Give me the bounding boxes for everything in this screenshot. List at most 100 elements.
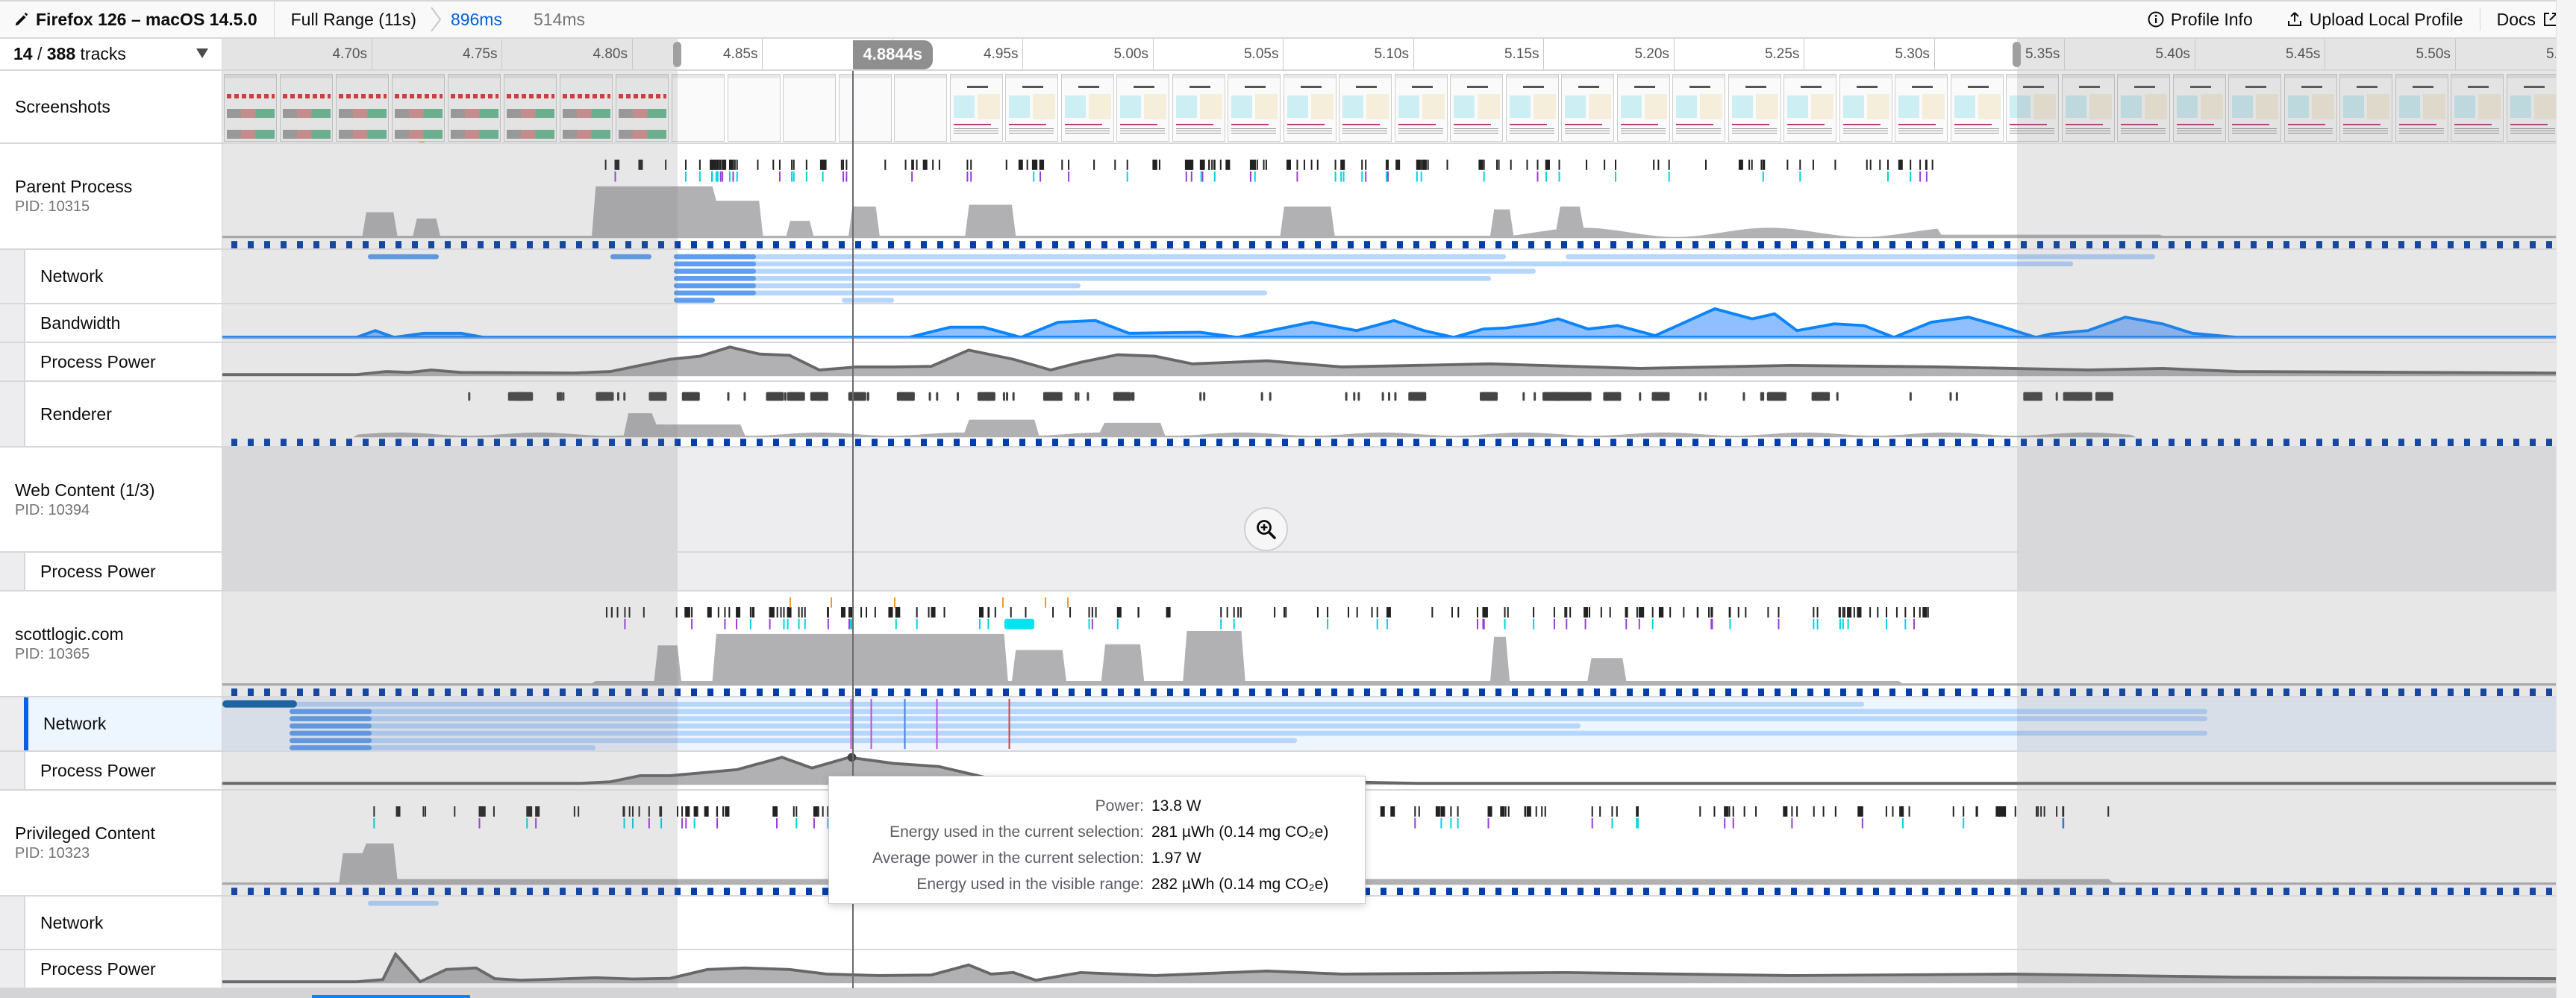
- track-graph[interactable]: [222, 448, 2556, 551]
- screenshot-thumbnail[interactable]: [783, 74, 836, 142]
- track-parent-network[interactable]: Network: [0, 250, 2556, 304]
- screenshot-thumbnail[interactable]: [2228, 74, 2281, 142]
- marker-tick: [1199, 392, 1202, 401]
- track-parent[interactable]: Parent Process PID: 10315: [0, 144, 2556, 250]
- track-label[interactable]: Screenshots: [0, 71, 222, 142]
- track-label[interactable]: Renderer: [24, 382, 222, 446]
- screenshot-thumbnail[interactable]: [1950, 74, 2004, 142]
- breadcrumb-committed-range[interactable]: 896ms: [446, 10, 511, 30]
- track-label[interactable]: Process Power: [24, 950, 222, 988]
- screenshot-thumbnail[interactable]: [2395, 74, 2448, 142]
- screenshot-thumbnail[interactable]: [1616, 74, 1670, 142]
- track-webcontent-power[interactable]: Process Power: [0, 553, 2556, 591]
- track-graph-canvas: [222, 597, 2556, 696]
- track-privileged-network[interactable]: Network: [0, 897, 2556, 950]
- track-scottlogic-network[interactable]: Network: [0, 697, 2556, 752]
- track-label[interactable]: Parent Process PID: 10315: [0, 144, 222, 248]
- screenshot-thumbnail[interactable]: [2061, 74, 2115, 142]
- screenshot-thumbnail[interactable]: [504, 74, 557, 142]
- track-graph[interactable]: [222, 382, 2556, 446]
- sample-marker: [2037, 888, 2043, 895]
- screenshot-thumbnail[interactable]: [2506, 74, 2556, 142]
- track-graph[interactable]: [222, 71, 2556, 142]
- profile-info-button[interactable]: Profile Info: [2130, 1, 2269, 37]
- selection-start-handle[interactable]: [673, 42, 682, 67]
- screenshot-thumbnail[interactable]: [1783, 74, 1836, 142]
- screenshot-thumbnail[interactable]: [448, 74, 501, 142]
- track-graph[interactable]: [222, 697, 2556, 750]
- screenshot-thumbnail[interactable]: [1228, 74, 1281, 142]
- track-graph[interactable]: [222, 752, 2556, 789]
- screenshot-thumbnail[interactable]: [672, 74, 725, 142]
- screenshot-thumbnail[interactable]: [1283, 74, 1337, 142]
- track-label[interactable]: Process Power: [24, 553, 222, 590]
- screenshot-thumbnail[interactable]: [2283, 74, 2337, 142]
- track-graph[interactable]: [222, 343, 2556, 380]
- screenshot-thumbnail[interactable]: [1450, 74, 1503, 142]
- track-parent-power[interactable]: Process Power: [0, 343, 2556, 382]
- screenshot-thumbnail[interactable]: [1005, 74, 1058, 142]
- selection-end-handle[interactable]: [2012, 42, 2021, 67]
- screenshot-thumbnail[interactable]: [2172, 74, 2226, 142]
- screenshot-thumbnail[interactable]: [1728, 74, 1781, 142]
- sample-marker: [494, 241, 500, 248]
- breadcrumb-uncommitted-range[interactable]: 514ms: [511, 10, 594, 30]
- track-graph[interactable]: [222, 553, 2556, 590]
- track-graph[interactable]: [222, 250, 2556, 303]
- screenshot-thumbnail[interactable]: [1116, 74, 1169, 142]
- track-label[interactable]: Process Power: [24, 343, 222, 380]
- track-renderer[interactable]: Renderer: [0, 382, 2556, 448]
- track-label[interactable]: Network: [24, 897, 222, 949]
- track-count-button[interactable]: 14 / 388 tracks: [0, 39, 222, 69]
- screenshot-thumbnail[interactable]: [1394, 74, 1448, 142]
- screenshot-thumbnail[interactable]: [2006, 74, 2059, 142]
- screenshot-thumbnail[interactable]: [280, 74, 333, 142]
- track-graph-canvas: [368, 254, 2155, 303]
- marker-tick: [1296, 171, 1298, 182]
- screenshot-thumbnail[interactable]: [2451, 74, 2504, 142]
- track-label[interactable]: Network: [24, 697, 222, 750]
- screenshot-thumbnail[interactable]: [2117, 74, 2170, 142]
- screenshot-thumbnail[interactable]: [2339, 74, 2392, 142]
- screenshot-thumbnail[interactable]: [1839, 74, 1892, 142]
- track-scottlogic[interactable]: scottlogic.com PID: 10365: [0, 591, 2556, 697]
- track-label[interactable]: Web Content (1/3) PID: 10394: [0, 448, 222, 551]
- track-label[interactable]: scottlogic.com PID: 10365: [0, 591, 222, 696]
- zoom-selection-button[interactable]: [1244, 507, 1288, 551]
- track-label[interactable]: Process Power: [24, 752, 222, 789]
- marker-tick: [1699, 806, 1701, 817]
- screenshot-thumbnail[interactable]: [616, 74, 669, 142]
- screenshot-thumbnail[interactable]: [1505, 74, 1559, 142]
- timeline-ruler[interactable]: 4.70s4.75s4.80s4.85s4.90s4.95s5.00s5.05s…: [222, 39, 2556, 69]
- upload-local-profile-button[interactable]: Upload Local Profile: [2269, 1, 2480, 37]
- screenshot-thumbnail[interactable]: [1060, 74, 1114, 142]
- screenshot-thumbnail[interactable]: [1172, 74, 1225, 142]
- profile-name-button[interactable]: Firefox 126 – macOS 14.5.0: [0, 1, 275, 37]
- vertical-scrollbar[interactable]: [2556, 0, 2576, 998]
- screenshot-thumbnail[interactable]: [560, 74, 613, 142]
- track-graph[interactable]: [222, 791, 2556, 895]
- screenshot-thumbnail[interactable]: [336, 74, 389, 142]
- screenshot-thumbnail[interactable]: [838, 74, 892, 142]
- screenshot-thumbnail[interactable]: [1561, 74, 1614, 142]
- track-parent-bandwidth[interactable]: Bandwidth: [0, 304, 2556, 343]
- breadcrumb-full-range[interactable]: Full Range (11s): [275, 10, 425, 30]
- screenshot-thumbnail[interactable]: [224, 74, 277, 142]
- screenshot-thumbnail[interactable]: [392, 74, 445, 142]
- track-label[interactable]: Bandwidth: [24, 304, 222, 342]
- track-label[interactable]: Network: [24, 250, 222, 303]
- track-label[interactable]: Privileged Content PID: 10323: [0, 791, 222, 895]
- screenshot-thumbnail[interactable]: [1672, 74, 1725, 142]
- screenshot-thumbnail[interactable]: [1895, 74, 1948, 142]
- screenshot-thumbnail[interactable]: [894, 74, 947, 142]
- track-graph[interactable]: [222, 144, 2556, 248]
- track-graph[interactable]: [222, 897, 2556, 949]
- track-screenshots[interactable]: Screenshots: [0, 71, 2556, 144]
- track-graph[interactable]: [222, 304, 2556, 342]
- track-graph[interactable]: [222, 591, 2556, 696]
- track-privileged-power[interactable]: Process Power: [0, 950, 2556, 989]
- screenshot-thumbnail[interactable]: [1339, 74, 1392, 142]
- screenshot-thumbnail[interactable]: [949, 74, 1003, 142]
- screenshot-thumbnail[interactable]: [727, 74, 781, 142]
- track-graph[interactable]: [222, 950, 2556, 988]
